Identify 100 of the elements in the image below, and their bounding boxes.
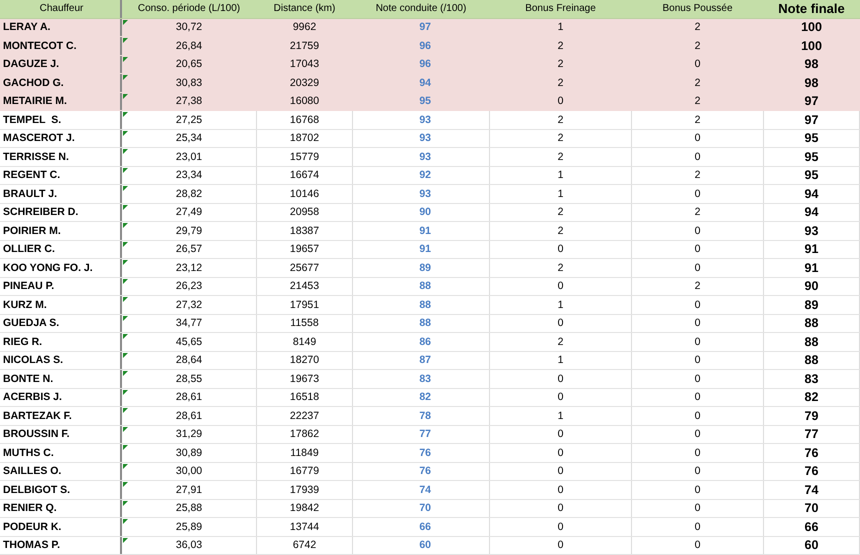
table-cell: 2: [490, 333, 632, 350]
table-cell: 70: [764, 500, 860, 517]
table-cell: 0: [632, 352, 764, 369]
table-cell: 28,82: [122, 185, 257, 202]
table-cell: 45,65: [122, 333, 257, 350]
table-cell: 0: [490, 444, 632, 462]
table-cell: 30,00: [122, 462, 257, 480]
table-cell-text: 1: [556, 20, 564, 36]
table-cell: 20958: [257, 204, 353, 221]
table-cell-text: 2: [694, 20, 702, 36]
table-cell: 2: [632, 278, 764, 295]
table-cell: 91: [353, 222, 490, 240]
table-cell: 10146: [257, 185, 353, 202]
table-cell: 21453: [257, 278, 353, 295]
table-cell: 0: [490, 462, 632, 480]
table-cell: 26,57: [122, 240, 257, 258]
table-cell: 83: [764, 370, 860, 388]
table-cell: 1: [490, 166, 632, 184]
table-cell: 1: [490, 352, 632, 369]
table-cell: 27,38: [122, 92, 257, 110]
table-cell: 27,91: [122, 481, 257, 498]
table-cell-text: 2: [556, 76, 564, 91]
table-cell: 20,65: [122, 56, 257, 73]
table-cell: 28,61: [122, 407, 257, 424]
table-cell: 82: [764, 388, 860, 406]
table-cell: 23,34: [122, 166, 257, 184]
table-cell: 82: [353, 388, 490, 406]
table-cell-text: 17043: [288, 57, 320, 72]
table-cell: 88: [353, 278, 490, 295]
table-cell: 95: [764, 130, 860, 147]
table-cell: 25677: [257, 259, 353, 276]
table-cell: 19842: [257, 500, 353, 517]
table-cell: 79: [764, 407, 860, 424]
table-cell-text: 96: [418, 57, 432, 72]
table-cell: 30,72: [122, 18, 257, 36]
table-cell: 88: [764, 333, 860, 350]
table-cell: 0: [632, 333, 764, 350]
table-cell-text: 98: [804, 74, 820, 92]
table-cell: 0: [490, 240, 632, 258]
table-cell: 18387: [257, 222, 353, 240]
table-cell: 30,89: [122, 444, 257, 462]
table-cell: 23,12: [122, 259, 257, 276]
table-cell: 2: [490, 259, 632, 276]
table-cell: 1: [490, 407, 632, 424]
table-cell: 66: [764, 518, 860, 536]
table-cell-text: 9962: [292, 20, 318, 36]
table-cell: 26,84: [122, 37, 257, 54]
table-cell: 0: [632, 240, 764, 258]
table-cell: 89: [353, 259, 490, 276]
table-cell: 91: [764, 259, 860, 276]
table-cell: 2: [490, 222, 632, 240]
table-cell: 0: [632, 388, 764, 406]
table-cell: 74: [353, 481, 490, 498]
table-cell-text: 95: [418, 94, 432, 110]
table-cell: 0: [490, 536, 632, 554]
table-cell: 77: [764, 426, 860, 443]
table-cell: 30,83: [122, 74, 257, 92]
table-cell-text: 2: [556, 57, 564, 72]
table-cell: 2: [632, 166, 764, 184]
table-cell: 27,25: [122, 111, 257, 128]
column-header: Distance (km): [272, 2, 336, 16]
table-cell: 76: [764, 444, 860, 462]
table-cell-text: 0: [556, 94, 564, 110]
table-cell: 36,03: [122, 536, 257, 554]
table-cell: 23,01: [122, 148, 257, 166]
table-cell: 34,77: [122, 314, 257, 332]
table-cell: 74: [764, 481, 860, 498]
table-cell-text: 97: [804, 93, 820, 110]
table-cell: 19673: [257, 370, 353, 388]
table-cell: 93: [764, 222, 860, 240]
table-cell-text: 20329: [288, 76, 320, 91]
table-cell: 88: [353, 296, 490, 314]
table-cell: 90: [764, 278, 860, 295]
table-cell: 93: [353, 111, 490, 128]
table-cell: 60: [764, 536, 860, 554]
table-cell: 0: [490, 370, 632, 388]
table-cell: 88: [764, 314, 860, 332]
table-cell: 1: [490, 185, 632, 202]
table-cell: 2: [490, 111, 632, 128]
table-cell: 0: [632, 296, 764, 314]
table-cell: 86: [353, 333, 490, 350]
table-cell: 0: [632, 185, 764, 202]
table-cell: 16779: [257, 462, 353, 480]
table-cell: 25,88: [122, 500, 257, 517]
column-header: Note conduite (/100): [374, 2, 468, 16]
table-cell-text: 2: [694, 76, 702, 91]
column-header: Note finale: [777, 0, 846, 18]
table-cell: 2: [490, 148, 632, 166]
table-cell-text: 100: [800, 38, 823, 54]
table-cell: 0: [490, 500, 632, 517]
table-cell: 25,89: [122, 518, 257, 536]
table-cell: 70: [353, 500, 490, 517]
table-cell: 17951: [257, 296, 353, 314]
table-cell: 16674: [257, 166, 353, 184]
table-cell: 83: [353, 370, 490, 388]
table-cell: 77: [353, 426, 490, 443]
table-cell: 0: [490, 388, 632, 406]
table-cell: 0: [490, 518, 632, 536]
table-cell: 8149: [257, 333, 353, 350]
table-cell: 0: [632, 444, 764, 462]
